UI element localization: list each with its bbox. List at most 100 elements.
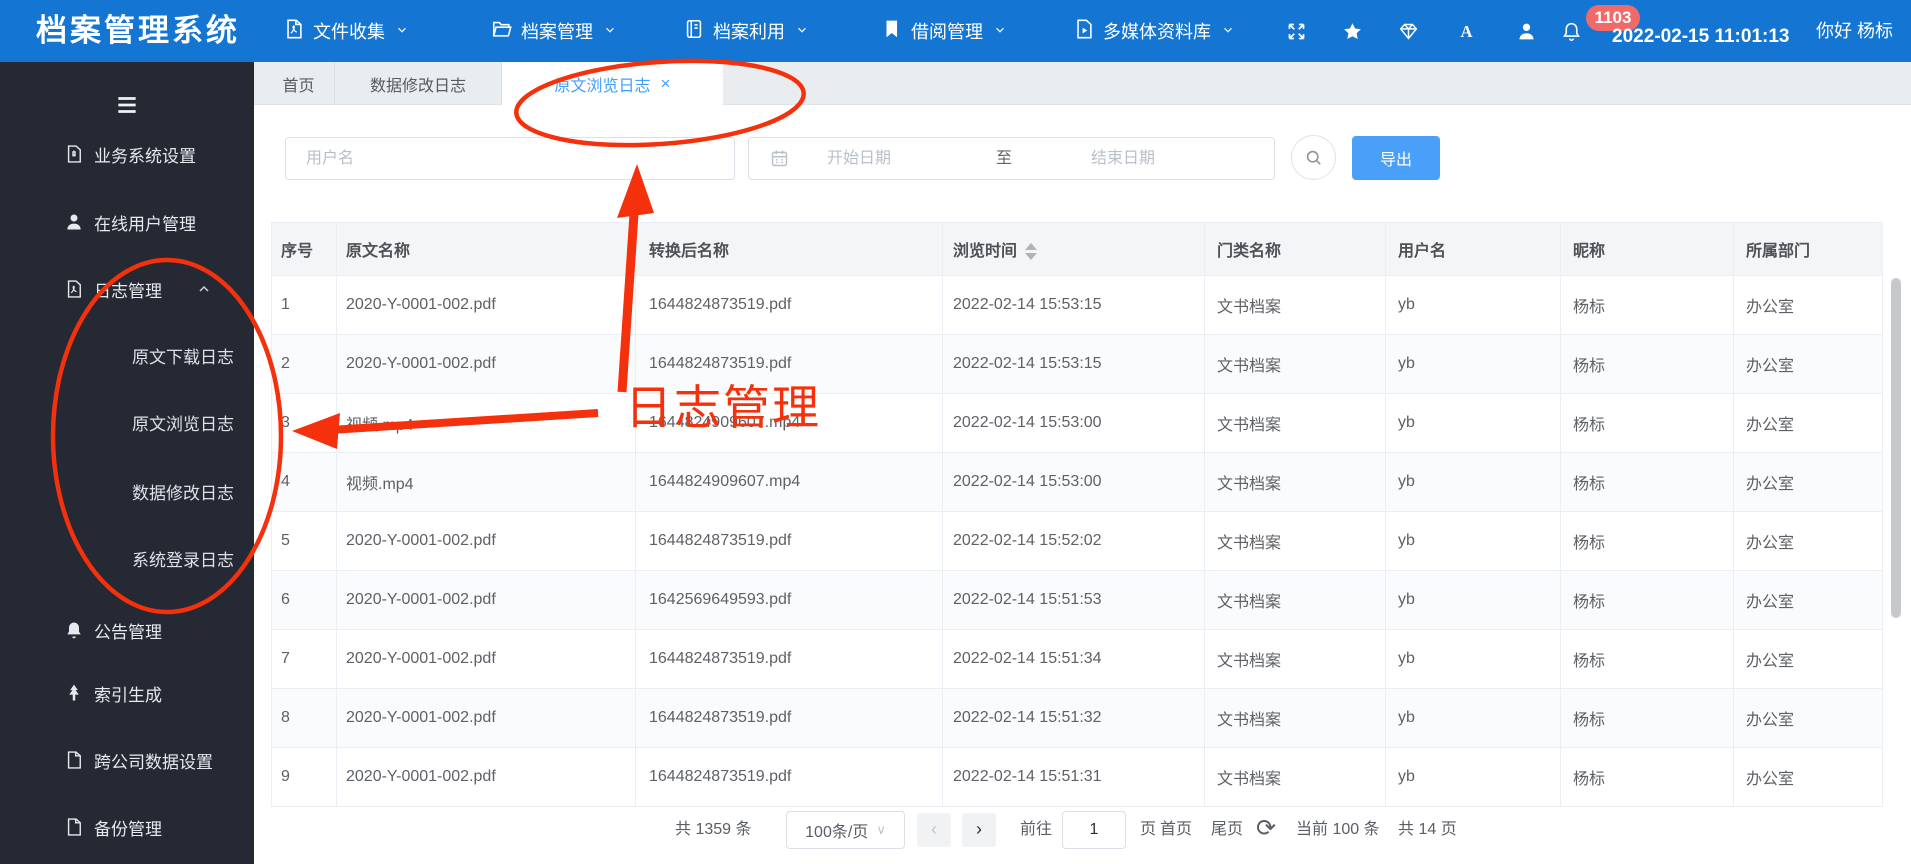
sidebar-item-系统登录日志[interactable]: 系统登录日志 [0, 538, 254, 578]
top-nav-item-1[interactable]: 文件收集 [283, 0, 409, 62]
sidebar-item-原文下载日志[interactable]: 原文下载日志 [0, 335, 254, 375]
file-icon [64, 750, 84, 770]
cell-username: yb [1385, 393, 1561, 453]
cell-time: 2022-02-14 15:51:53 [942, 570, 1205, 630]
header-datetime: 2022-02-15 11:01:13 [1612, 26, 1790, 47]
fullscreen-icon[interactable] [1286, 0, 1307, 62]
cell-time: 2022-02-14 15:51:31 [942, 747, 1205, 807]
sidebar-item-跨公司数据设置[interactable]: 跨公司数据设置 [0, 740, 254, 780]
table-row[interactable]: 1 2020-Y-0001-002.pdf 1644824873519.pdf 202… [271, 275, 1883, 335]
cell-converted: 1642569649593.pdf [635, 570, 943, 630]
column-header-浏览时间[interactable]: 浏览时间 [942, 222, 1205, 276]
cell-nickname: 杨标 [1560, 334, 1734, 394]
column-header-转换后名称: 转换后名称 [635, 222, 943, 276]
sidebar-item-数据修改日志[interactable]: 数据修改日志 [0, 471, 254, 511]
table-row[interactable]: 6 2020-Y-0001-002.pdf 1642569649593.pdf 202… [271, 570, 1883, 630]
start-date-placeholder[interactable]: 开始日期 [789, 138, 929, 179]
user-icon[interactable] [1516, 0, 1537, 62]
top-nav-item-5[interactable]: 多媒体资料库 [1073, 0, 1235, 62]
cell-category: 文书档案 [1204, 688, 1386, 748]
bell-icon[interactable] [1561, 0, 1582, 62]
sidebar-item-索引生成[interactable]: 索引生成 [0, 673, 254, 713]
user-solid-icon [64, 212, 84, 232]
sidebar-collapse-button[interactable] [0, 92, 254, 123]
sidebar-item-日志管理[interactable]: 日志管理 [0, 269, 254, 309]
table-row[interactable]: 9 2020-Y-0001-002.pdf 1644824873519.pdf 202… [271, 747, 1883, 807]
end-date-placeholder[interactable]: 结束日期 [1053, 138, 1193, 179]
top-nav-label: 借阅管理 [911, 22, 983, 42]
cell-department: 办公室 [1733, 629, 1883, 689]
tab-数据修改日志[interactable]: 数据修改日志 [335, 62, 502, 105]
cell-category: 文书档案 [1204, 393, 1386, 453]
svg-text:A: A [1461, 21, 1473, 40]
cell-no: 7 [271, 629, 337, 689]
star-icon[interactable] [1342, 0, 1363, 62]
gem-icon[interactable] [1398, 0, 1419, 62]
table-row[interactable]: 3 视频.mp4 1644824909607.mp4 2022-02-14 15:53… [271, 393, 1883, 453]
column-header-所属部门: 所属部门 [1733, 222, 1883, 276]
cell-category: 文书档案 [1204, 747, 1386, 807]
table-row[interactable]: 5 2020-Y-0001-002.pdf 1644824873519.pdf 202… [271, 511, 1883, 571]
sidebar-item-备份管理[interactable]: 备份管理 [0, 807, 254, 847]
page-size-select[interactable]: 100条/页 ∨ [786, 811, 905, 849]
sidebar-item-业务系统设置[interactable]: 业务系统设置 [0, 134, 254, 174]
top-nav-item-3[interactable]: 档案利用 [683, 0, 809, 62]
pdf-file-icon [283, 18, 305, 45]
cell-time: 2022-02-14 15:53:00 [942, 393, 1205, 453]
date-range-picker[interactable]: 开始日期 至 结束日期 [748, 137, 1275, 180]
next-page-button[interactable]: › [962, 813, 996, 847]
cell-nickname: 杨标 [1560, 511, 1734, 571]
export-button[interactable]: 导出 [1352, 136, 1440, 180]
cell-no: 6 [271, 570, 337, 630]
refresh-icon[interactable]: ⟳ [1256, 808, 1276, 852]
table-row[interactable]: 7 2020-Y-0001-002.pdf 1644824873519.pdf 202… [271, 629, 1883, 689]
top-nav-label: 档案利用 [713, 22, 785, 42]
cell-nickname: 杨标 [1560, 275, 1734, 335]
tab-原文浏览日志[interactable]: 原文浏览日志 × [502, 62, 723, 105]
last-page-button[interactable]: 尾页 [1211, 808, 1243, 852]
column-header-门类名称: 门类名称 [1204, 222, 1386, 276]
cell-username: yb [1385, 747, 1561, 807]
sidebar-item-在线用户管理[interactable]: 在线用户管理 [0, 202, 254, 242]
table-row[interactable]: 8 2020-Y-0001-002.pdf 1644824873519.pdf 202… [271, 688, 1883, 748]
file-icon [64, 817, 84, 837]
cell-nickname: 杨标 [1560, 747, 1734, 807]
page-number-input[interactable] [1062, 811, 1126, 849]
sidebar-item-公告管理[interactable]: 公告管理 [0, 610, 254, 650]
cell-original: 2020-Y-0001-002.pdf [336, 688, 636, 748]
app-title: 档案管理系统 [36, 13, 240, 48]
calendar-icon [769, 148, 790, 174]
sidebar-item-原文浏览日志[interactable]: 原文浏览日志 [0, 402, 254, 442]
cell-department: 办公室 [1733, 334, 1883, 394]
close-icon[interactable]: × [661, 74, 671, 94]
font-size-icon[interactable]: A [1456, 0, 1477, 62]
chevron-down-icon [393, 21, 409, 42]
cell-converted: 1644824873519.pdf [635, 334, 943, 394]
first-page-button[interactable]: 首页 [1160, 808, 1192, 852]
cell-original: 2020-Y-0001-002.pdf [336, 629, 636, 689]
bookmark-icon [881, 18, 903, 45]
top-nav-item-4[interactable]: 借阅管理 [881, 0, 1007, 62]
chevron-down-icon [1219, 21, 1235, 42]
cell-nickname: 杨标 [1560, 570, 1734, 630]
cell-original: 2020-Y-0001-002.pdf [336, 275, 636, 335]
tab-首页[interactable]: 首页 [263, 62, 335, 105]
user-greeting: 你好 杨标 [1816, 21, 1894, 41]
cell-username: yb [1385, 452, 1561, 512]
sort-icon[interactable] [1025, 243, 1038, 261]
top-nav-item-2[interactable]: 档案管理 [491, 0, 617, 62]
cell-original: 2020-Y-0001-002.pdf [336, 747, 636, 807]
cell-converted: 1644824909607.mp4 [635, 393, 943, 453]
table-row[interactable]: 2 2020-Y-0001-002.pdf 1644824873519.pdf 202… [271, 334, 1883, 394]
prev-page-button[interactable]: ‹ [917, 813, 951, 847]
cell-converted: 1644824909607.mp4 [635, 452, 943, 512]
vertical-scrollbar[interactable] [1891, 278, 1901, 618]
total-count-label: 共 1359 条 [675, 821, 752, 838]
username-search-input[interactable] [285, 137, 735, 180]
cell-time: 2022-02-14 15:53:15 [942, 334, 1205, 394]
top-header-bar: 档案管理系统 文件收集 档案管理 档案利用 借阅管理 多媒体资料库 A 1103 202… [0, 0, 1911, 62]
table-row[interactable]: 4 视频.mp4 1644824909607.mp4 2022-02-14 15:53… [271, 452, 1883, 512]
sidebar-item-label: 在线用户管理 [94, 214, 196, 234]
sidebar-item-label: 原文下载日志 [132, 347, 234, 367]
search-button[interactable] [1291, 135, 1336, 180]
